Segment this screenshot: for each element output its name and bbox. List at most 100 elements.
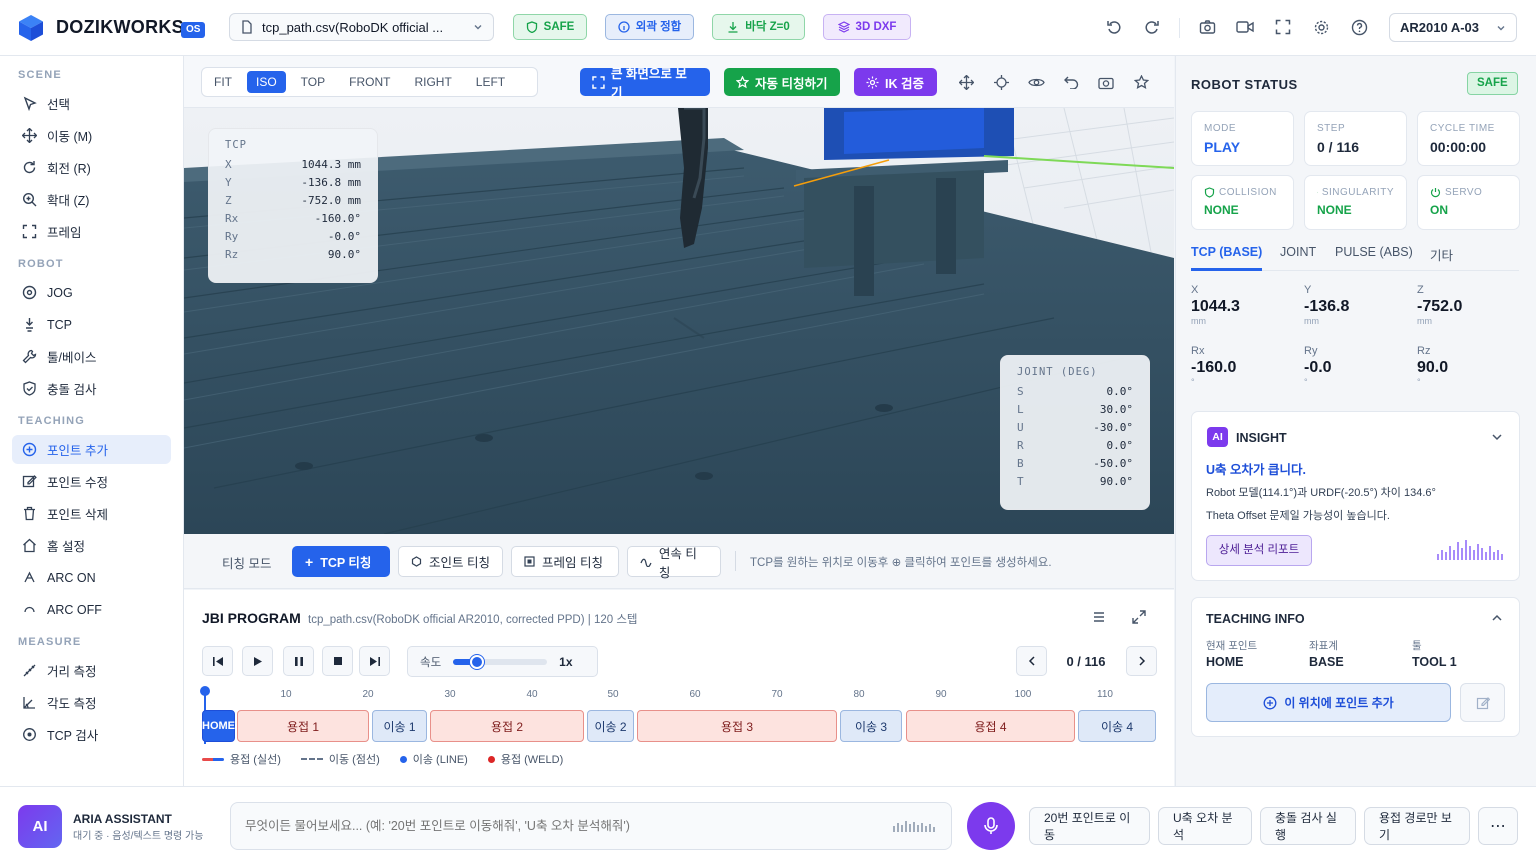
coord-tab-2[interactable]: PULSE (ABS) — [1335, 245, 1413, 259]
undo-icon[interactable] — [1103, 16, 1125, 38]
sidebar-item-target[interactable]: JOG — [12, 278, 171, 307]
camera-icon[interactable] — [1096, 72, 1116, 92]
coord-tab-0[interactable]: TCP (BASE) — [1191, 245, 1262, 259]
header-pill-2[interactable]: 바닥 Z=0 — [712, 14, 805, 40]
quick-action-button[interactable]: 20번 포인트로 이동 — [1029, 807, 1150, 845]
coord-tab-1[interactable]: JOINT — [1280, 245, 1316, 259]
help-icon[interactable] — [1348, 16, 1370, 38]
view-top-button[interactable]: TOP — [292, 71, 334, 93]
step-next-button[interactable] — [1126, 646, 1157, 676]
model-select[interactable]: AR2010 A-03 — [1389, 13, 1517, 42]
status-card-servo: SERVO ON — [1417, 175, 1520, 230]
sidebar-item-home[interactable]: 홈 설정 — [12, 531, 171, 560]
skip-end-button[interactable] — [359, 646, 390, 676]
header-pill-3[interactable]: 3D DXF — [823, 14, 911, 40]
quick-action-button[interactable]: U축 오차 분석 — [1158, 807, 1252, 845]
sidebar-item-cursor[interactable]: 선택 — [12, 89, 171, 118]
frame-teach-button[interactable]: 프레임 티칭 — [511, 546, 619, 577]
speed-slider[interactable] — [453, 654, 548, 669]
sidebar-item-edit[interactable]: 포인트 수정 — [12, 467, 171, 496]
waveform-icon — [1437, 540, 1503, 560]
sidebar-item-arc-on[interactable]: ARC ON — [12, 563, 171, 592]
stop-button[interactable] — [322, 646, 353, 676]
star-icon[interactable] — [1131, 72, 1151, 92]
move-icon[interactable] — [956, 72, 976, 92]
timeline-segment-move[interactable]: 이송 2 — [587, 710, 634, 742]
sidebar-item-arc-off[interactable]: ARC OFF — [12, 595, 171, 624]
coord-unit: mm — [1304, 316, 1319, 326]
sidebar-item-tcp[interactable]: TCP — [12, 310, 171, 339]
coord-tab-3[interactable]: 기타 — [1430, 245, 1453, 264]
view-front-button[interactable]: FRONT — [340, 71, 399, 93]
fullscreen-icon[interactable] — [1272, 16, 1294, 38]
sidebar-item-wrench[interactable]: 툴/베이스 — [12, 342, 171, 371]
sidebar-item-trash[interactable]: 포인트 삭제 — [12, 499, 171, 528]
crosshair-icon[interactable] — [991, 72, 1011, 92]
sidebar-item-shield-check[interactable]: 충돌 검사 — [12, 374, 171, 403]
add-point-here-button[interactable]: 이 위치에 포인트 추가 — [1206, 683, 1451, 722]
video-icon[interactable] — [1234, 16, 1256, 38]
status-card-label-row: CYCLE TIME — [1430, 123, 1507, 134]
sidebar-item-frame[interactable]: 프레임 — [12, 217, 171, 246]
expand-icon[interactable] — [1132, 610, 1150, 628]
sidebar-item-plus-circle[interactable]: 포인트 추가 — [12, 435, 171, 464]
header-pill-1[interactable]: 외곽 정합 — [605, 14, 694, 40]
ik-verify-button[interactable]: IK 검증 — [854, 68, 937, 96]
teaching-info-label: 툴 — [1412, 640, 1422, 652]
undo-icon[interactable] — [1061, 72, 1081, 92]
auto-teach-button[interactable]: 자동 티칭하기 — [724, 68, 840, 96]
coord-unit: ° — [1304, 377, 1308, 387]
eye-icon[interactable] — [1026, 72, 1046, 92]
timeline-segment-move[interactable]: 이송 3 — [840, 710, 902, 742]
header-pill-0[interactable]: SAFE — [513, 14, 587, 40]
view-right-button[interactable]: RIGHT — [405, 71, 460, 93]
sidebar-item-zoom[interactable]: 확대 (Z) — [12, 185, 171, 214]
timeline-segment-move[interactable]: 이송 1 — [372, 710, 427, 742]
pause-icon — [294, 656, 303, 666]
quick-action-button[interactable]: 용접 경로만 보기 — [1364, 807, 1470, 845]
joint-teach-button[interactable]: 조인트 티칭 — [398, 546, 503, 577]
readout-row: S 0.0° — [1017, 382, 1133, 400]
redo-icon[interactable] — [1141, 16, 1163, 38]
camera-icon[interactable] — [1196, 16, 1218, 38]
sidebar-item-rotate[interactable]: 회전 (R) — [12, 153, 171, 182]
sidebar-item-ruler[interactable]: 거리 측정 — [12, 656, 171, 685]
quick-action-button[interactable]: 충돌 검사 실행 — [1260, 807, 1356, 845]
hexagon-icon — [411, 556, 422, 567]
frame-icon — [524, 556, 535, 567]
more-actions-button[interactable]: ⋯ — [1478, 807, 1518, 845]
view-iso-button[interactable]: ISO — [247, 71, 286, 93]
sidebar-item-label: 각도 측정 — [47, 697, 97, 711]
timeline-segment-home[interactable]: HOME — [202, 710, 235, 742]
timeline-segment-weld[interactable]: 용접 1 — [237, 710, 369, 742]
microphone-button[interactable] — [967, 802, 1015, 850]
pause-button[interactable] — [283, 646, 314, 676]
continuous-teach-button[interactable]: 연속 티칭 — [627, 546, 721, 580]
skip-start-button[interactable] — [202, 646, 233, 676]
sidebar-item-angle[interactable]: 각도 측정 — [12, 688, 171, 717]
file-select[interactable]: tcp_path.csv(RoboDK official ... — [229, 13, 494, 41]
timeline-segment-weld[interactable]: 용접 4 — [906, 710, 1075, 742]
timeline-tick: 100 — [1014, 689, 1032, 700]
tcp-teach-button[interactable]: + TCP 티칭 — [292, 546, 390, 577]
edit-point-button[interactable] — [1460, 683, 1505, 722]
timeline-segment-weld[interactable]: 용접 3 — [637, 710, 837, 742]
sidebar-item-crosshair[interactable]: TCP 검사 — [12, 720, 171, 749]
logo-cube-icon — [19, 15, 43, 41]
coord-label: Rx — [1191, 345, 1205, 357]
fullscreen-view-button[interactable]: 큰 화면으로 보기 — [580, 67, 710, 100]
list-icon[interactable] — [1092, 610, 1110, 628]
assistant-input[interactable] — [245, 819, 893, 833]
gear-icon[interactable] — [1310, 16, 1332, 38]
timeline-segment-move[interactable]: 이송 4 — [1078, 710, 1156, 742]
step-prev-button[interactable] — [1016, 646, 1047, 676]
timeline-segment-weld[interactable]: 용접 2 — [430, 710, 584, 742]
chevron-down-icon[interactable] — [1491, 431, 1503, 446]
play-button[interactable] — [242, 646, 273, 676]
speed-slider-thumb[interactable] — [469, 654, 484, 669]
detail-report-button[interactable]: 상세 분석 리포트 — [1206, 535, 1312, 566]
chevron-up-icon[interactable] — [1491, 612, 1503, 627]
sidebar-item-move[interactable]: 이동 (M) — [12, 121, 171, 150]
view-left-button[interactable]: LEFT — [467, 71, 514, 93]
view-fit-button[interactable]: FIT — [205, 71, 241, 93]
